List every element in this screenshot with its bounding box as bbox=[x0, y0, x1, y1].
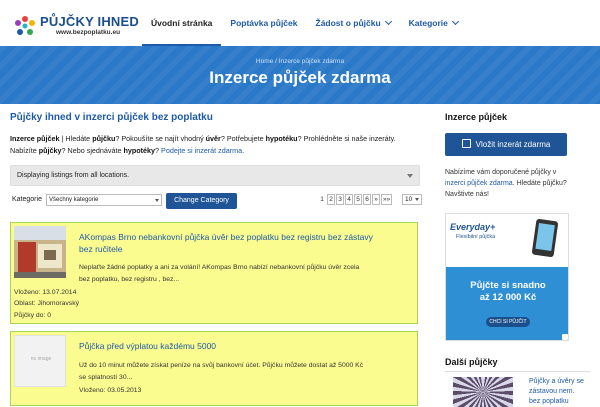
listing-title[interactable]: Půjčka před výplatou každému 5000 bbox=[79, 340, 379, 352]
pagination: 1 2 3 4 5 6 » »» bbox=[318, 194, 393, 205]
ad-header: Everyday+ Flexibilní půjčka bbox=[446, 214, 568, 267]
chevron-down-icon bbox=[451, 17, 459, 26]
ad-brand-sub: Flexibilní půjčka bbox=[456, 234, 496, 240]
ad-body: Půjčte si snadno až 12 000 Kč CHCI SI PŮ… bbox=[446, 267, 568, 340]
free-ads-link[interactable]: inzerci půjček zdarma bbox=[445, 180, 513, 187]
caret-down-icon bbox=[415, 198, 419, 201]
listing-item: AKompas Brno nebankovní půjčka úvěr bez … bbox=[10, 222, 418, 324]
page-5[interactable]: 5 bbox=[354, 194, 362, 205]
breadcrumb[interactable]: Home / Inzerce půjček zdarma bbox=[0, 58, 600, 65]
sidebar-heading: Inzerce půjček bbox=[445, 112, 508, 122]
main-nav: Úvodní stránka Poptávka půjček Žádost o … bbox=[142, 0, 467, 46]
listing-item: no image Půjčka před výplatou každému 50… bbox=[10, 331, 418, 406]
advertisement[interactable]: Everyday+ Flexibilní půjčka Půjčte si sn… bbox=[445, 213, 569, 341]
add-listing-button[interactable]: Vložit inzerát zdarma bbox=[445, 133, 567, 156]
category-label: Kategorie bbox=[12, 196, 42, 203]
page-last[interactable]: »» bbox=[381, 194, 393, 205]
phone-icon bbox=[531, 218, 559, 258]
more-loans-link[interactable]: Půjčky a úvěry se zástavou nem. bez popl… bbox=[529, 377, 587, 407]
page-2[interactable]: 2 bbox=[327, 194, 335, 205]
listing-description: Neplaťte žádné poplatky a ani za volání!… bbox=[79, 264, 360, 283]
listing-date: Vloženo: 03.05.2013 bbox=[79, 387, 142, 394]
listing-region: Oblast: Jihomoravský bbox=[14, 300, 79, 307]
caret-down-icon bbox=[155, 199, 159, 202]
page-title: Inzerce půjček zdarma bbox=[209, 68, 391, 87]
main-heading: Půjčky ihned v inzerci půjček bez poplat… bbox=[10, 112, 213, 123]
category-filter: Kategorie Všechny kategorie Change Categ… bbox=[10, 193, 422, 210]
more-loans-thumbnail[interactable] bbox=[453, 377, 513, 407]
listing-description: Už do 10 minut můžete získat peníze na s… bbox=[79, 362, 364, 381]
listing-amount: Půjčky do: 0 bbox=[14, 312, 52, 319]
page-6[interactable]: 6 bbox=[363, 194, 371, 205]
nav-item-home[interactable]: Úvodní stránka bbox=[142, 0, 222, 46]
site-header: PŮJČKY IHNED www.bezpoplatku.eu Úvodní s… bbox=[0, 0, 600, 46]
logo-icon[interactable] bbox=[14, 15, 36, 37]
change-category-button[interactable]: Change Category bbox=[166, 193, 237, 209]
sidebar: Inzerce půjček Vložit inzerát zdarma Nab… bbox=[445, 112, 590, 407]
logo-subtitle: www.bezpoplatku.eu bbox=[56, 29, 121, 36]
logo-title[interactable]: PŮJČKY IHNED bbox=[40, 14, 139, 29]
page-banner: Home / Inzerce půjček zdarma Inzerce půj… bbox=[0, 46, 600, 104]
nav-item-loan-request[interactable]: Žádost o půjčku bbox=[307, 0, 400, 46]
listing-title[interactable]: AKompas Brno nebankovní půjčka úvěr bez … bbox=[79, 231, 379, 255]
page-3[interactable]: 3 bbox=[336, 194, 344, 205]
intro-text: Inzerce půjček | Hledáte půjčku? Pokouší… bbox=[10, 134, 396, 155]
caret-down-icon[interactable] bbox=[407, 174, 413, 178]
category-select[interactable]: Všechny kategorie bbox=[46, 194, 162, 206]
edit-icon bbox=[461, 139, 471, 148]
chevron-down-icon bbox=[384, 17, 392, 26]
ad-amount: až 12 000 Kč bbox=[479, 292, 537, 303]
page-next[interactable]: » bbox=[372, 194, 380, 205]
sidebar-heading-more: Další půjčky bbox=[445, 357, 498, 367]
per-page-select[interactable]: 10 bbox=[402, 194, 422, 205]
listing-no-image[interactable]: no image bbox=[14, 335, 66, 387]
ad-headline: Půjčte si snadno bbox=[470, 280, 546, 291]
ad-choices-icon[interactable] bbox=[562, 334, 568, 340]
location-notice[interactable]: Displaying listings from all locations. bbox=[10, 165, 420, 186]
ad-cta-button[interactable]: CHCI SI PŮJČIT bbox=[486, 317, 530, 327]
page-4[interactable]: 4 bbox=[345, 194, 353, 205]
main-content: Půjčky ihned v inzerci půjček bez poplat… bbox=[10, 112, 422, 216]
divider bbox=[445, 371, 590, 372]
ad-brand: Everyday+ bbox=[450, 222, 496, 232]
page-1: 1 bbox=[320, 196, 324, 203]
post-ad-link[interactable]: Podejte si inzerát zdarma bbox=[161, 146, 242, 155]
nav-item-categories[interactable]: Kategorie bbox=[400, 0, 467, 46]
sidebar-text: Nabízíme vám doporučené půjčky v inzerci… bbox=[445, 169, 567, 198]
nav-item-loan-demand[interactable]: Poptávka půjček bbox=[221, 0, 306, 46]
listing-photo[interactable] bbox=[14, 226, 66, 278]
